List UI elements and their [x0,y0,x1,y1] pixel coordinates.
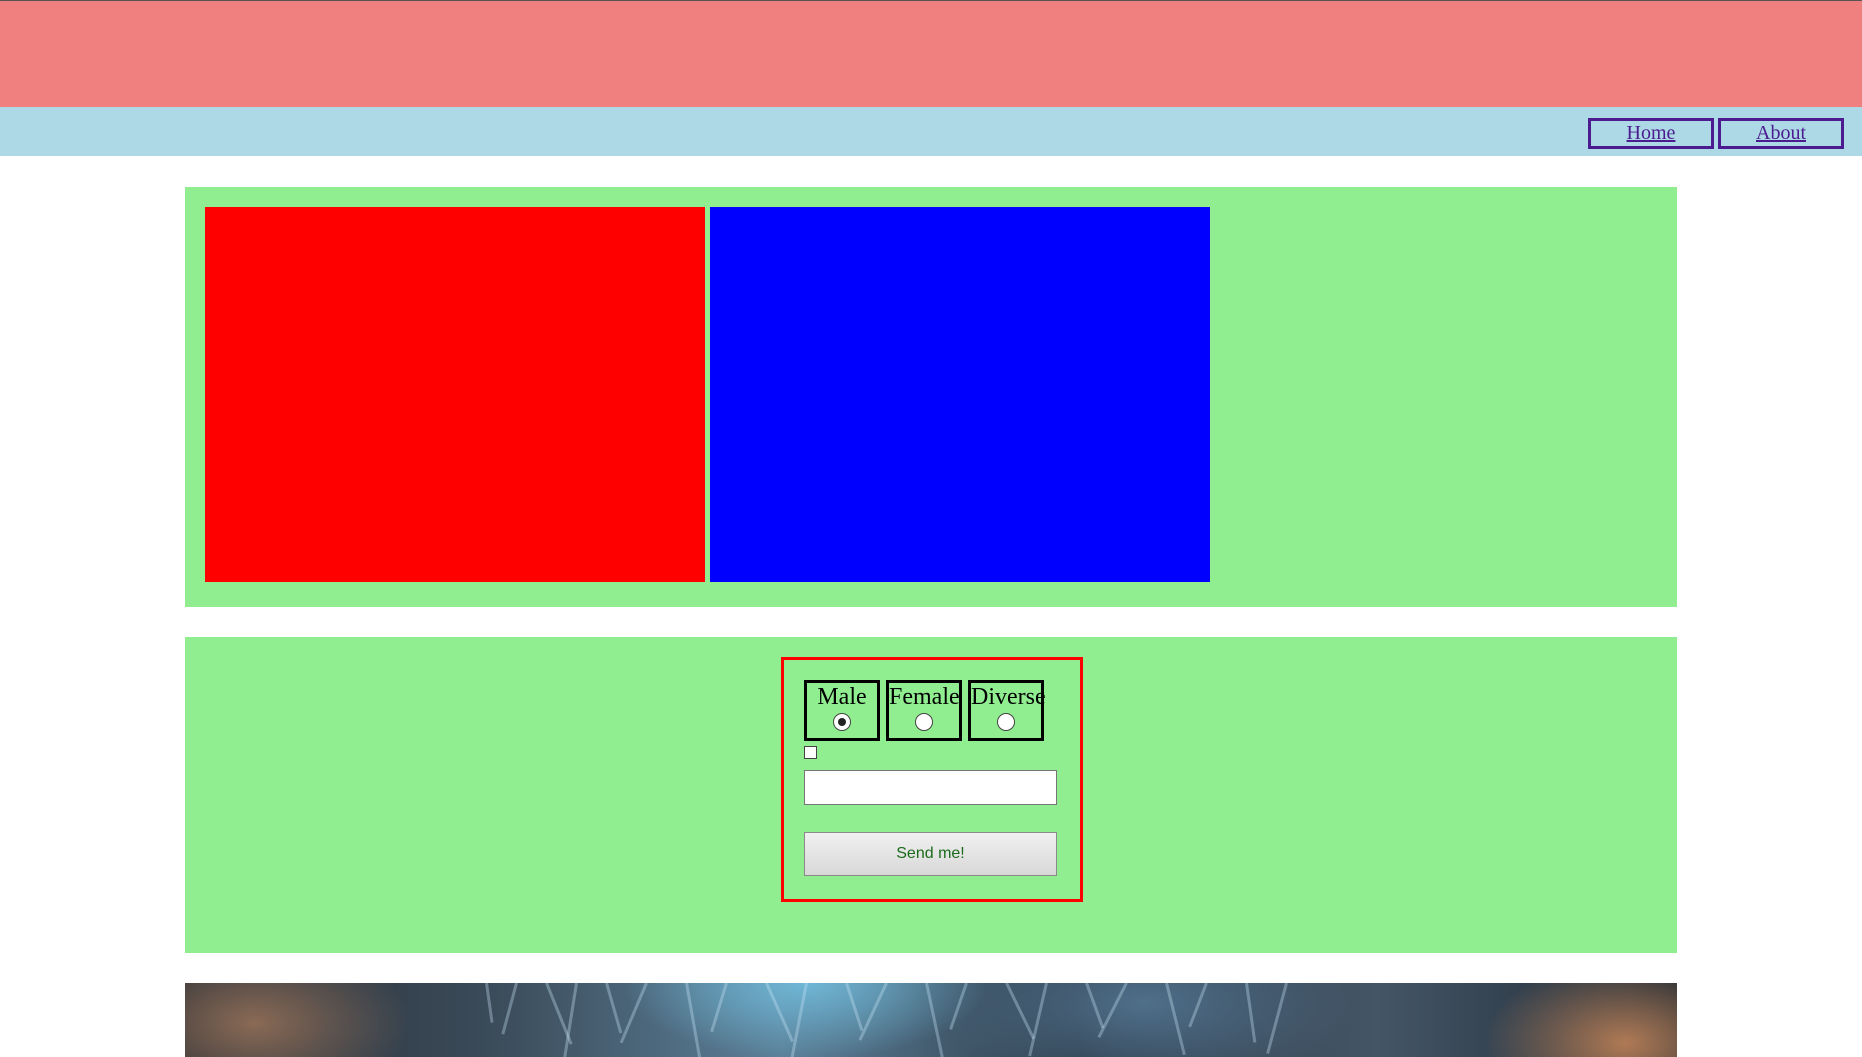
checkbox[interactable] [804,746,817,759]
fur-stroke [1028,983,1048,1057]
fur-stroke [685,983,702,1057]
fur-stroke [1165,983,1186,1056]
radio-label-female: Female [889,684,960,710]
radio-option-diverse[interactable]: Diverse [968,680,1046,741]
fur-stroke [501,983,518,1035]
red-box [205,207,705,582]
nav-link-about[interactable]: About [1718,118,1844,149]
hero-image [185,983,1677,1057]
text-input[interactable] [804,770,1057,805]
fur-stroke [765,983,794,1043]
fur-stroke [1005,983,1036,1040]
fur-stroke [1188,983,1208,1028]
boxes-section [185,187,1677,607]
fur-stroke [1245,983,1257,1043]
fur-stroke [619,983,648,1044]
fur-stroke [710,983,728,1033]
radio-option-male[interactable]: Male [804,680,880,741]
fur-stroke [485,983,494,1023]
fur-stroke [605,983,623,1034]
radio-label-diverse: Diverse [971,684,1046,710]
fur-stroke [1097,983,1128,1039]
fur-stroke [925,983,944,1057]
fur-stroke [1266,983,1288,1054]
fur-stroke [790,983,808,1057]
fur-stroke [858,983,888,1041]
radio-diverse[interactable] [997,713,1015,731]
nav-link-home[interactable]: Home [1588,118,1714,149]
send-button[interactable]: Send me! [804,832,1057,876]
radio-option-female[interactable]: Female [886,680,962,741]
blue-box [710,207,1210,582]
gender-form: Male Female Diverse Send me! [781,657,1083,902]
fur-stroke [949,983,968,1030]
form-section: Male Female Diverse Send me! [185,637,1677,953]
navbar: Home About [0,107,1862,156]
radio-female[interactable] [915,713,933,731]
fur-stroke [1085,983,1105,1029]
fur-stroke [562,983,578,1057]
radio-label-male: Male [817,684,867,710]
top-banner [0,0,1862,107]
radio-male[interactable] [833,713,851,731]
fur-stroke [845,983,864,1032]
